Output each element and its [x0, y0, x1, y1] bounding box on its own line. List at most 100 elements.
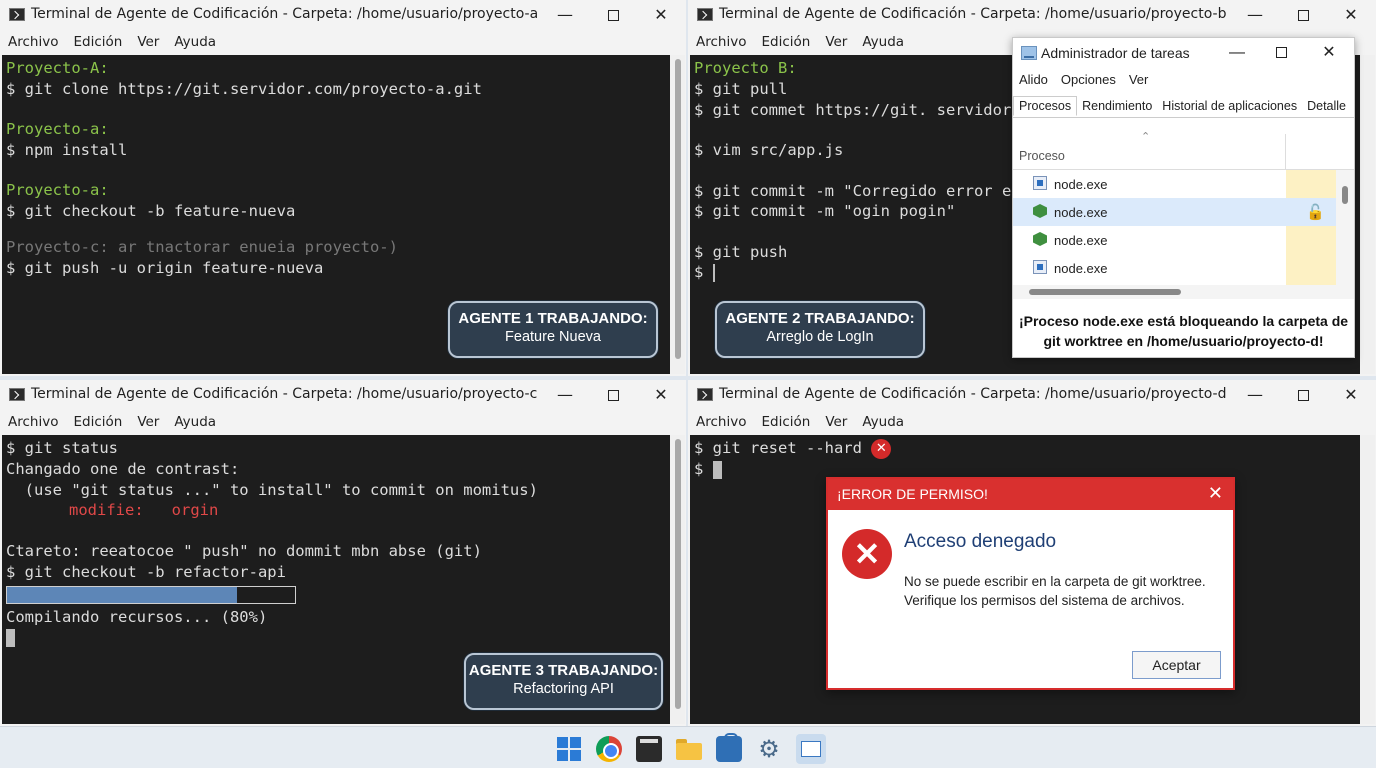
- terminal-icon: [9, 8, 25, 21]
- minimize-button[interactable]: —: [552, 4, 578, 26]
- dialog-body: ✕ Acceso denegado No se puede escribir e…: [828, 510, 1233, 688]
- maximize-button[interactable]: [600, 384, 626, 406]
- minimize-button[interactable]: —: [1242, 4, 1268, 26]
- menu-edicion[interactable]: Edición: [73, 410, 122, 435]
- permission-error-dialog[interactable]: ¡ERROR DE PERMISO! ✕ ✕ Acceso denegado N…: [826, 477, 1235, 690]
- menu-archivo[interactable]: Archivo: [8, 30, 58, 55]
- menu-edicion[interactable]: Edición: [761, 30, 810, 55]
- warning-line-1: ¡Proceso node.exe está bloqueando la car…: [1018, 313, 1349, 329]
- menu-ver[interactable]: Ver: [825, 30, 847, 55]
- windows-start-icon[interactable]: [556, 736, 582, 762]
- terminal-icon[interactable]: [636, 736, 662, 762]
- settings-gear-icon[interactable]: ⚙: [756, 736, 782, 762]
- column-header-proceso[interactable]: Proceso: [1019, 149, 1065, 163]
- vertical-scrollbar[interactable]: [670, 55, 685, 374]
- title-bar[interactable]: Terminal de Agente de Codificación - Car…: [688, 0, 1376, 30]
- menu-archivo[interactable]: Archivo: [8, 410, 58, 435]
- terminal-output[interactable]: $ git status Changado one de contrast: (…: [2, 435, 670, 724]
- terminal-icon: [697, 388, 713, 401]
- text-cursor: [712, 263, 715, 282]
- tab-rendimiento[interactable]: Rendimiento: [1077, 97, 1157, 115]
- menu-ver[interactable]: Ver: [137, 30, 159, 55]
- minimize-button[interactable]: —: [1224, 42, 1250, 64]
- node-icon: [1033, 204, 1047, 218]
- photos-icon[interactable]: [796, 734, 826, 764]
- terminal-window-c[interactable]: Terminal de Agente de Codificación - Car…: [0, 380, 686, 726]
- close-icon[interactable]: ✕: [1208, 483, 1223, 504]
- chrome-icon[interactable]: [596, 736, 622, 762]
- tab-historial[interactable]: Historial de aplicaciones: [1157, 97, 1302, 115]
- prompt-line: [6, 627, 15, 647]
- error-icon: ✕: [842, 529, 892, 579]
- process-row[interactable]: node.exe: [1013, 170, 1336, 198]
- title-bar[interactable]: Terminal de Agente de Codificación - Car…: [0, 380, 686, 410]
- menu-ver[interactable]: Ver: [825, 410, 847, 435]
- menu-ayuda[interactable]: Ayuda: [862, 410, 904, 435]
- menu-edicion[interactable]: Edición: [761, 410, 810, 435]
- process-row[interactable]: node.exe: [1013, 226, 1336, 254]
- process-row-selected[interactable]: node.exe 🔓: [1013, 198, 1336, 226]
- process-name: node.exe: [1054, 261, 1108, 276]
- maximize-button[interactable]: [1290, 4, 1316, 26]
- process-row[interactable]: node.exe: [1013, 254, 1336, 282]
- dialog-header[interactable]: ¡ERROR DE PERMISO! ✕: [828, 479, 1233, 510]
- close-button[interactable]: ✕: [648, 4, 674, 26]
- sort-caret-icon[interactable]: ⌃: [1141, 130, 1150, 143]
- command-line: $ git commet https://git. servidor: [694, 101, 1012, 119]
- badge-subtitle: Refactoring API: [513, 681, 614, 697]
- application-icon: [1033, 176, 1047, 190]
- menu-ayuda[interactable]: Ayuda: [174, 410, 216, 435]
- command-line: $ git pull: [694, 80, 788, 98]
- accept-button[interactable]: Aceptar: [1132, 651, 1221, 679]
- window-title: Terminal de Agente de Codificación - Car…: [719, 6, 1227, 22]
- close-button[interactable]: ✕: [648, 384, 674, 406]
- menu-edicion[interactable]: Edición: [73, 30, 122, 55]
- menu-archivo[interactable]: Archivo: [696, 410, 746, 435]
- node-icon: [1033, 232, 1047, 246]
- store-icon[interactable]: [716, 733, 742, 762]
- menu-bar: Archivo Edición Ver Ayuda: [0, 410, 686, 435]
- prompt-line: $: [694, 262, 715, 282]
- vertical-scrollbar[interactable]: [1336, 170, 1354, 285]
- menu-ver[interactable]: Ver: [137, 410, 159, 435]
- error-x-icon: ✕: [871, 438, 892, 459]
- maximize-button[interactable]: [600, 4, 626, 26]
- horizontal-scrollbar[interactable]: [1013, 285, 1354, 299]
- vertical-scrollbar[interactable]: [670, 435, 685, 724]
- command-line: $ git clone https://git.servidor.com/pro…: [6, 80, 482, 98]
- menu-archivo[interactable]: Alido: [1019, 72, 1048, 87]
- vertical-scrollbar[interactable]: [1360, 55, 1375, 374]
- maximize-button[interactable]: [1268, 42, 1294, 64]
- close-button[interactable]: ✕: [1338, 4, 1364, 26]
- text-cursor: [6, 628, 15, 647]
- title-bar[interactable]: Terminal de Agente de Codificación - Car…: [0, 0, 686, 30]
- menu-ver[interactable]: Ver: [1129, 72, 1149, 87]
- close-button[interactable]: ✕: [1338, 384, 1364, 406]
- minimize-button[interactable]: —: [552, 384, 578, 406]
- terminal-icon: [9, 388, 25, 401]
- command-line: $ git commit -m "ogin pogin": [694, 202, 956, 220]
- menu-opciones[interactable]: Opciones: [1061, 72, 1116, 87]
- progress-bar: [6, 586, 296, 604]
- maximize-button[interactable]: [1290, 384, 1316, 406]
- folder-icon[interactable]: [676, 736, 702, 762]
- vertical-scrollbar[interactable]: [1360, 435, 1375, 724]
- terminal-output[interactable]: Proyecto-A: $ git clone https://git.serv…: [2, 55, 670, 374]
- menu-ayuda[interactable]: Ayuda: [862, 30, 904, 55]
- taskbar: ⚙: [0, 726, 1376, 768]
- tab-detalles[interactable]: Detalle: [1302, 97, 1351, 115]
- menu-archivo[interactable]: Archivo: [696, 30, 746, 55]
- close-button[interactable]: ✕: [1316, 42, 1342, 64]
- agent-status-badge: AGENTE 3 TRABAJANDO: Refactoring API: [464, 653, 663, 710]
- title-bar[interactable]: Terminal de Agente de Codificación - Car…: [688, 380, 1376, 410]
- tab-procesos[interactable]: Procesos: [1013, 96, 1078, 116]
- badge-title: AGENTE 1 TRABAJANDO:: [458, 310, 648, 327]
- badge-subtitle: Feature Nueva: [505, 329, 601, 345]
- dialog-title: ¡ERROR DE PERMISO!: [837, 486, 988, 502]
- task-manager-window[interactable]: Administrador de tareas — ✕ Alido Opcione…: [1012, 37, 1355, 358]
- minimize-button[interactable]: —: [1242, 384, 1268, 406]
- agent-status-badge: AGENTE 1 TRABAJANDO: Feature Nueva: [448, 301, 658, 358]
- terminal-window-a[interactable]: Terminal de Agente de Codificación - Car…: [0, 0, 686, 376]
- menu-ayuda[interactable]: Ayuda: [174, 30, 216, 55]
- menu-bar: Archivo Edición Ver Ayuda: [688, 410, 1376, 435]
